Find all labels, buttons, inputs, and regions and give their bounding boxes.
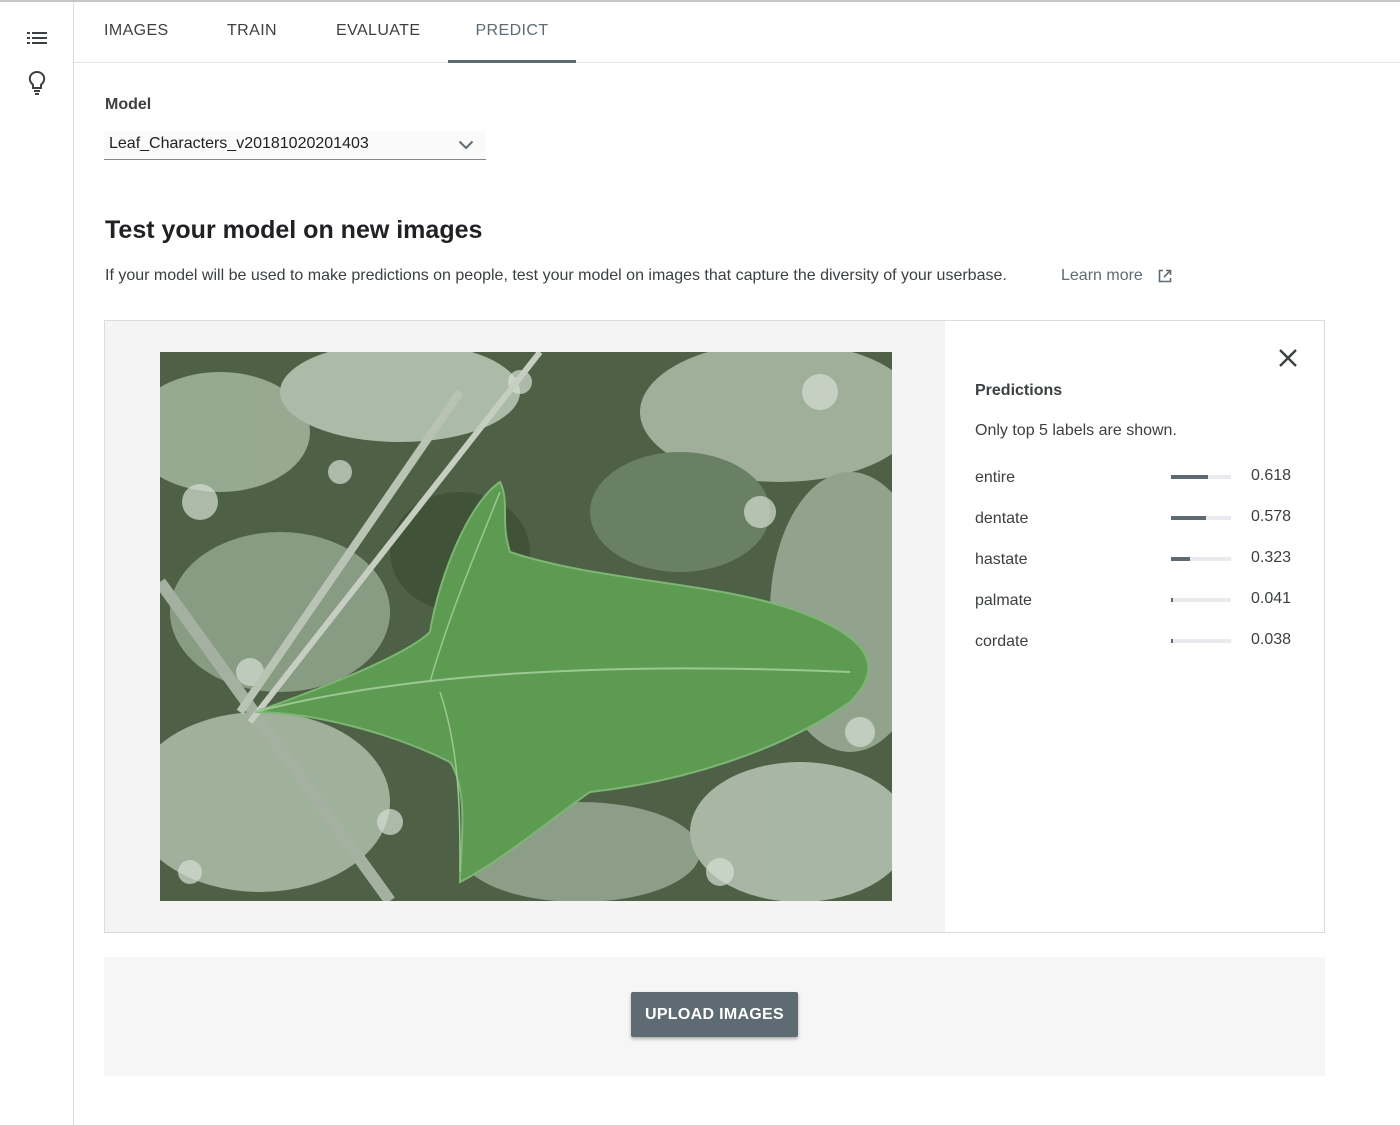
prediction-bar: [1171, 639, 1231, 643]
image-preview-area: [105, 321, 945, 932]
prediction-label: hastate: [975, 551, 1028, 568]
side-rail: [0, 2, 74, 1125]
tab-bar: IMAGES TRAIN EVALUATE PREDICT: [74, 2, 1400, 63]
leaf-photo: [160, 352, 892, 901]
prediction-score: 0.578: [1251, 508, 1292, 525]
prediction-row: palmate 0.041: [975, 590, 1295, 620]
prediction-bar: [1171, 557, 1231, 561]
prediction-label: entire: [975, 469, 1016, 486]
prediction-label: cordate: [975, 633, 1029, 650]
prediction-bar: [1171, 475, 1231, 479]
upload-area: UPLOAD IMAGES: [104, 957, 1325, 1076]
model-select-value: Leaf_Characters_v20181020201403: [109, 135, 369, 152]
upload-images-button[interactable]: UPLOAD IMAGES: [631, 992, 798, 1037]
prediction-bar-fill: [1171, 475, 1209, 479]
prediction-row: hastate 0.323: [975, 549, 1295, 579]
lightbulb-icon[interactable]: [22, 68, 52, 98]
learn-more-link[interactable]: Learn more: [1061, 267, 1143, 285]
prediction-bar-fill: [1171, 598, 1174, 602]
tab-images[interactable]: IMAGES: [104, 2, 168, 63]
tab-predict[interactable]: PREDICT: [448, 2, 576, 63]
close-icon[interactable]: [1275, 345, 1301, 371]
prediction-bar-fill: [1171, 639, 1174, 643]
prediction-panel: Predictions Only top 5 labels are shown.…: [104, 320, 1325, 933]
prediction-row: dentate 0.578: [975, 508, 1295, 538]
prediction-bar-fill: [1171, 516, 1206, 520]
open-in-new-icon[interactable]: [1157, 268, 1173, 289]
tab-evaluate[interactable]: EVALUATE: [336, 2, 420, 63]
predictions-title: Predictions: [975, 382, 1063, 399]
list-icon[interactable]: [22, 23, 52, 53]
prediction-label: dentate: [975, 510, 1029, 527]
model-label: Model: [105, 96, 152, 113]
prediction-score: 0.323: [1251, 549, 1292, 566]
prediction-score: 0.038: [1251, 631, 1292, 648]
prediction-bar: [1171, 516, 1231, 520]
prediction-bar-fill: [1171, 557, 1191, 561]
section-title: Test your model on new images: [105, 216, 483, 244]
prediction-row: entire 0.618: [975, 467, 1295, 497]
prediction-score: 0.041: [1251, 590, 1292, 607]
prediction-row: cordate 0.038: [975, 631, 1295, 661]
chevron-down-icon: [458, 137, 474, 155]
prediction-label: palmate: [975, 592, 1032, 609]
section-description: If your model will be used to make predi…: [105, 267, 1007, 284]
predictions-note: Only top 5 labels are shown.: [975, 422, 1177, 439]
prediction-score: 0.618: [1251, 467, 1292, 484]
tab-train[interactable]: TRAIN: [227, 2, 277, 63]
model-select[interactable]: Leaf_Characters_v20181020201403: [104, 131, 486, 160]
prediction-bar: [1171, 598, 1231, 602]
